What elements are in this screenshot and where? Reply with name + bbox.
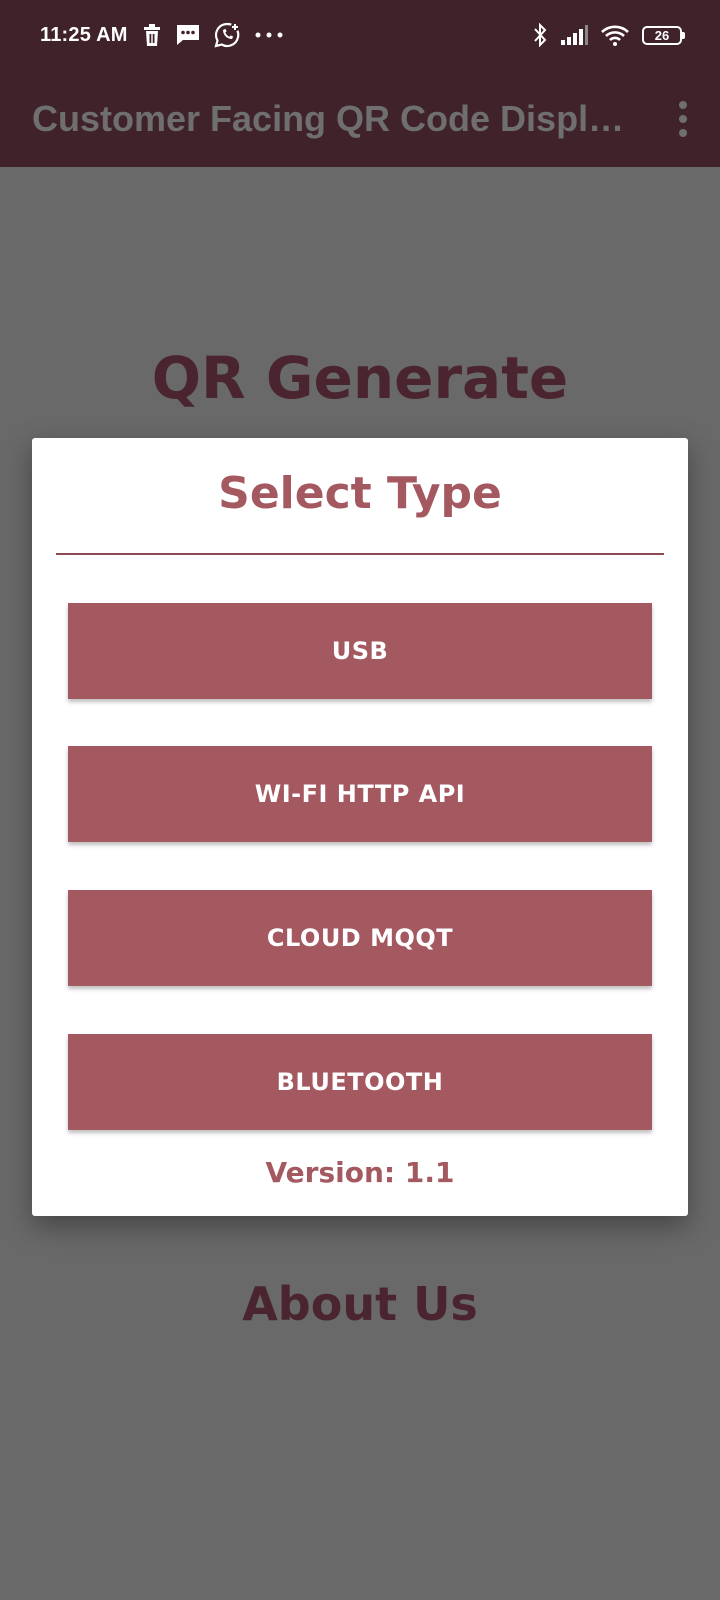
bluetooth-button[interactable]: BLUETOOTH [68,1034,652,1130]
status-time: 11:25 AM [40,23,128,46]
bluetooth-icon [532,23,548,47]
message-icon [176,24,200,46]
cloud-mqqt-button[interactable]: CLOUD MQQT [68,890,652,986]
menu-dot [679,128,687,137]
status-right-group: 26 [532,23,685,47]
select-type-dialog: Select Type USB WI-FI HTTP API CLOUD MQQ… [32,438,688,1216]
signal-icon [560,25,588,45]
battery-level: 26 [654,27,670,43]
about-us-heading[interactable]: About Us [0,1277,720,1331]
qr-generate-heading[interactable]: QR Generate [0,344,720,412]
app-bar: Customer Facing QR Code Display [0,70,720,167]
menu-dot [679,114,687,123]
trash-icon [142,24,162,46]
battery-icon: 26 [642,25,685,45]
status-bar: 11:25 AM 26 [0,0,720,70]
more-vert-icon[interactable] [668,99,698,139]
wifi-icon [600,24,630,46]
dialog-divider [56,553,664,555]
dialog-title: Select Type [218,468,502,519]
status-left-group: 11:25 AM [40,22,284,48]
version-label: Version: 1.1 [265,1156,455,1189]
whatsapp-icon [214,22,240,48]
usb-button[interactable]: USB [68,603,652,699]
menu-dot [679,100,687,109]
wifi-http-api-button[interactable]: WI-FI HTTP API [68,746,652,842]
more-notifications-icon [254,31,284,39]
app-title: Customer Facing QR Code Display [32,97,627,139]
